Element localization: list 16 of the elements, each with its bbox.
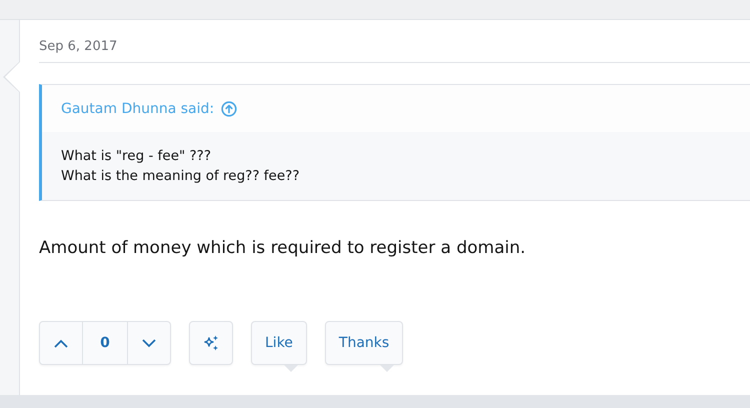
chevron-up-icon: [54, 338, 68, 348]
pointer-tail: [284, 365, 298, 372]
sparkle-button[interactable]: [189, 321, 233, 365]
post-arrow: [3, 61, 20, 93]
reaction-button[interactable]: Thanks: [324, 321, 404, 365]
quote-line: What is "reg - fee" ???: [61, 147, 212, 166]
chevron-down-icon: [142, 338, 156, 348]
post-date: Sep 6, 2017: [39, 39, 750, 63]
quote-line: What is the meaning of reg?? fee??: [61, 167, 300, 186]
vote-count: 0: [82, 322, 128, 364]
quote-attribution[interactable]: Gautam Dhunna said:: [61, 100, 214, 116]
sparkle-icon: [203, 335, 219, 351]
reaction-button[interactable]: Like: [251, 321, 307, 365]
pointer-tail: [380, 365, 394, 372]
post-message: Amount of money which is required to register a domain.: [39, 238, 527, 258]
jump-up-icon[interactable]: [221, 100, 238, 116]
